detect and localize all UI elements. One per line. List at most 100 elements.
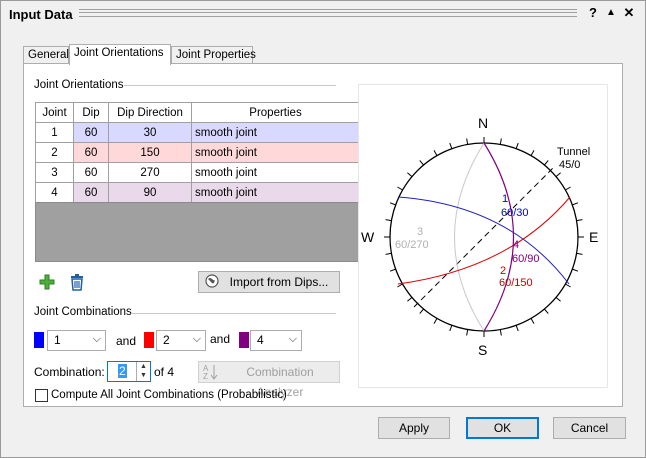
title-bar[interactable]: Input Data ? ▲ ✕ <box>1 1 645 27</box>
stereonet-plot[interactable]: N S E W Tunnel 45/0 1 60/30 3 60/270 4 6… <box>359 85 609 389</box>
compute-all-checkbox[interactable] <box>35 389 48 402</box>
compass-tick <box>544 308 549 314</box>
chevron-down-icon: ⌵ <box>92 333 101 345</box>
joint-3-id-label: 3 <box>417 226 423 238</box>
joint-combinations-label: Joint Combinations <box>34 306 136 318</box>
compass-tick <box>576 252 583 255</box>
combo-3-select[interactable]: 4 ⌵ <box>250 330 302 351</box>
compass-tick <box>407 297 413 302</box>
compass-tick <box>433 318 438 324</box>
compass-tick <box>449 142 453 149</box>
table-row[interactable]: 1 60 30 smooth joint <box>35 122 360 143</box>
properties-cell[interactable]: smooth joint <box>191 122 360 143</box>
table-row[interactable]: 4 60 90 smooth joint <box>35 182 360 203</box>
chevron-down-icon: ⌵ <box>192 333 201 345</box>
combo-1-select[interactable]: 1 ⌵ <box>47 330 106 351</box>
plus-icon[interactable] <box>38 273 56 291</box>
dip-cell[interactable]: 60 <box>73 182 109 203</box>
compass-tick <box>466 329 469 336</box>
compute-all-label[interactable]: Compute All Joint Combinations (Probabil… <box>51 389 287 401</box>
and-label: and <box>116 334 137 348</box>
help-button[interactable]: ? <box>585 5 601 21</box>
compass-tick <box>466 138 469 145</box>
combination-analyzer-button[interactable]: A Z Combination Analyzer <box>198 361 340 399</box>
joint-3-orientation-label: 60/270 <box>395 239 429 251</box>
collapse-button[interactable]: ▲ <box>603 5 619 21</box>
compass-tick <box>565 283 571 288</box>
tunnel-axis <box>413 166 555 308</box>
joint-orientations-table[interactable]: Joint Dip Dip Direction Properties 1 60 … <box>35 102 360 203</box>
combination-spinner[interactable]: 2 ▲ ▼ <box>107 361 151 382</box>
dip-cell[interactable]: 60 <box>73 142 109 163</box>
compass-tick <box>397 186 403 191</box>
dip-cell[interactable]: 60 <box>73 122 109 143</box>
compass-tick <box>555 297 561 302</box>
tab-general[interactable]: General <box>23 46 69 64</box>
column-header[interactable]: Dip Direction <box>108 102 192 123</box>
stereonet-view[interactable]: N S E W Tunnel 45/0 1 60/30 3 60/270 4 6… <box>358 84 608 388</box>
compass-tick <box>419 308 424 314</box>
joint-4-orientation-label: 60/90 <box>512 253 540 265</box>
compass-tick <box>385 219 392 222</box>
dip-direction-cell[interactable]: 90 <box>108 182 192 203</box>
joint-cell[interactable]: 1 <box>35 122 74 143</box>
dip-direction-cell[interactable]: 150 <box>108 142 192 163</box>
and-label: and <box>210 332 231 346</box>
joint-cell[interactable]: 4 <box>35 182 74 203</box>
ok-button[interactable]: OK <box>466 417 539 439</box>
group-divider <box>132 313 336 314</box>
cancel-button[interactable]: Cancel <box>553 417 626 439</box>
compass-tick <box>555 172 561 177</box>
apply-button[interactable]: Apply <box>378 417 450 439</box>
tab-joint-properties[interactable]: Joint Properties <box>171 46 256 64</box>
joint-2-orientation-label: 60/150 <box>499 277 533 289</box>
combo-1-value: 1 <box>54 333 61 347</box>
import-from-dips-button[interactable]: Import from Dips... <box>198 271 340 293</box>
joint-2-id-label: 2 <box>500 265 506 277</box>
globe-icon <box>205 274 219 288</box>
compass-tick <box>385 252 392 255</box>
trash-icon[interactable] <box>68 273 86 291</box>
dip-direction-cell[interactable]: 270 <box>108 162 192 183</box>
input-data-dialog: Input Data ? ▲ ✕ General Joint Orientati… <box>0 0 646 458</box>
column-header[interactable]: Joint <box>35 102 74 123</box>
import-label: Import from Dips... <box>229 275 329 289</box>
table-row[interactable]: 3 60 270 smooth joint <box>35 162 360 183</box>
joint-1-orientation-label: 60/30 <box>501 207 529 219</box>
properties-cell[interactable]: smooth joint <box>191 162 360 183</box>
compass-tick <box>515 142 519 149</box>
compass-tick <box>572 268 579 272</box>
east-label: E <box>589 229 598 245</box>
properties-cell[interactable]: smooth joint <box>191 182 360 203</box>
tab-joint-orientations[interactable]: Joint Orientations <box>69 44 171 65</box>
spin-up-icon[interactable]: ▲ <box>137 362 150 371</box>
dip-direction-cell[interactable]: 30 <box>108 122 192 143</box>
dip-cell[interactable]: 60 <box>73 162 109 183</box>
tunnel-orientation-label: 45/0 <box>559 159 580 171</box>
combo-2-select[interactable]: 2 ⌵ <box>156 330 206 351</box>
compass-tick <box>576 219 583 222</box>
compass-tick <box>572 202 579 206</box>
properties-cell[interactable]: smooth joint <box>191 142 360 163</box>
chevron-down-icon: ⌵ <box>288 333 297 345</box>
table-row[interactable]: 2 60 150 smooth joint <box>35 142 360 163</box>
compass-tick <box>515 325 519 332</box>
spin-down-icon[interactable]: ▼ <box>137 371 150 380</box>
joint-orientations-label: Joint Orientations <box>34 79 128 91</box>
joint-3-great-circle <box>454 142 485 332</box>
of-count-label: of 4 <box>154 365 175 379</box>
combo-2-color-swatch <box>144 332 154 348</box>
column-header[interactable]: Dip <box>73 102 109 123</box>
combination-value[interactable]: 2 <box>118 364 127 378</box>
compass-tick <box>407 172 413 177</box>
table-header: Joint Dip Dip Direction Properties <box>35 102 360 123</box>
group-divider <box>124 85 336 86</box>
compass-tick <box>544 160 549 166</box>
column-header[interactable]: Properties <box>191 102 360 123</box>
joint-cell[interactable]: 2 <box>35 142 74 163</box>
close-button[interactable]: ✕ <box>621 5 637 21</box>
spinner-buttons[interactable]: ▲ ▼ <box>136 362 150 381</box>
table-empty-area[interactable] <box>35 202 360 262</box>
joint-cell[interactable]: 3 <box>35 162 74 183</box>
combo-3-color-swatch <box>239 332 249 348</box>
